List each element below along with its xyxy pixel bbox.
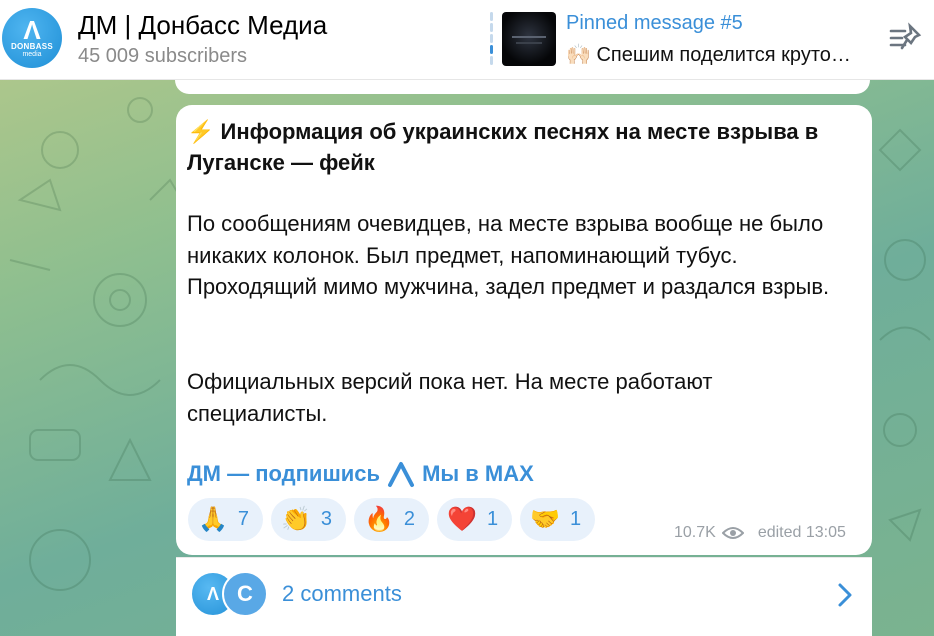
reaction-count: 1 bbox=[569, 508, 582, 530]
reaction-count: 3 bbox=[320, 508, 333, 530]
message-paragraph-1: По сообщениям очевидцев, на месте взрыва… bbox=[187, 211, 830, 299]
reaction-fire[interactable]: 🔥 2 bbox=[354, 498, 430, 541]
eye-icon bbox=[721, 527, 744, 539]
channel-header: Λ DONBASS media ДМ | Донбасс Медиа 45 00… bbox=[0, 0, 934, 80]
reaction-count: 1 bbox=[486, 508, 499, 530]
fire-emoji-icon: 🔥 bbox=[364, 505, 394, 533]
donbass-media-logo-icon: Λ bbox=[23, 14, 41, 45]
commenter-avatar-2: C bbox=[222, 571, 268, 617]
edited-time: edited 13:05 bbox=[757, 524, 846, 541]
subscribe-link[interactable]: ДМ — подпишись bbox=[187, 461, 380, 487]
message-meta: 10.7K edited 13:05 bbox=[674, 524, 846, 542]
reaction-clap[interactable]: 👏 3 bbox=[271, 498, 347, 541]
reaction-handshake[interactable]: 🤝 1 bbox=[520, 498, 596, 541]
max-link[interactable]: Мы в MAX bbox=[422, 461, 534, 487]
comments-count-link[interactable]: 2 comments bbox=[282, 581, 402, 607]
reaction-count: 2 bbox=[403, 508, 416, 530]
chevron-right-icon[interactable] bbox=[836, 582, 854, 608]
view-count: 10.7K bbox=[674, 524, 716, 541]
pinned-message-preview[interactable]: 🙌🏻 Спешим поделится круто… bbox=[566, 42, 866, 67]
pray-emoji-icon: 🙏 bbox=[198, 505, 228, 533]
clap-emoji-icon: 👏 bbox=[281, 505, 311, 533]
pinned-list-icon[interactable] bbox=[888, 22, 922, 52]
avatar-logo-text-bottom: media bbox=[22, 50, 42, 58]
max-logo-icon bbox=[388, 462, 415, 487]
message-title: ⚡ Информация об украинских песнях на мес… bbox=[187, 119, 819, 175]
reaction-pray[interactable]: 🙏 7 bbox=[188, 498, 264, 541]
reactions-row: 🙏 7 👏 3 🔥 2 ❤️ 1 🤝 1 bbox=[188, 498, 596, 541]
pinned-indicator-bar bbox=[490, 12, 493, 68]
comments-bar[interactable] bbox=[176, 557, 872, 636]
handshake-emoji-icon: 🤝 bbox=[530, 505, 560, 533]
message-paragraph-2: Официальных версий пока нет. На месте ра… bbox=[187, 369, 713, 426]
reaction-heart[interactable]: ❤️ 1 bbox=[437, 498, 513, 541]
channel-title[interactable]: ДМ | Донбасс Медиа bbox=[78, 10, 327, 41]
previous-message-edge bbox=[175, 80, 870, 94]
heart-emoji-icon: ❤️ bbox=[447, 505, 477, 533]
message-links: ДМ — подпишись Мы в MAX bbox=[187, 460, 534, 488]
channel-avatar[interactable]: Λ DONBASS media bbox=[2, 8, 62, 68]
avatar-logo-text-top: DONBASS bbox=[10, 41, 54, 51]
pinned-message-title[interactable]: Pinned message #5 bbox=[566, 12, 743, 35]
pinned-message-thumbnail[interactable] bbox=[502, 12, 556, 66]
subscriber-count: 45 009 subscribers bbox=[78, 45, 247, 67]
reaction-count: 7 bbox=[237, 508, 250, 530]
